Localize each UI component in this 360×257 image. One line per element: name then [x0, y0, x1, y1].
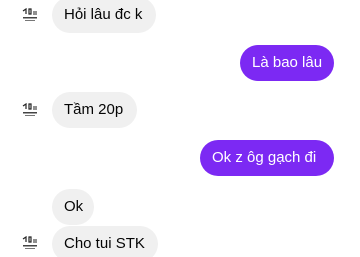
message-text: Hỏi lâu đc k — [64, 6, 143, 23]
message-bubble-incoming[interactable]: Cho tui STK — [52, 226, 158, 257]
message-bubble-outgoing[interactable]: Ok z ôg gạch đi — [200, 140, 334, 176]
message-bubble-outgoing[interactable]: Là bao lâu — [240, 45, 334, 81]
message-text: Cho tui STK — [64, 235, 145, 252]
message-bubble-incoming[interactable]: Hỏi lâu đc k — [52, 0, 156, 33]
message-text: Ok z ôg gạch đi — [212, 149, 317, 166]
user-avatar-icon[interactable] — [22, 8, 38, 22]
message-bubble-incoming[interactable]: Tầm 20p — [52, 92, 137, 128]
message-thread: Hỏi lâu đc k Là bao lâu Tầm 20p Ok z ôg … — [0, 0, 360, 257]
message-text: Ok — [64, 198, 84, 215]
user-avatar-icon[interactable] — [22, 103, 38, 117]
message-text: Là bao lâu — [252, 54, 323, 71]
user-avatar-icon[interactable] — [22, 236, 38, 250]
message-bubble-incoming[interactable]: Ok — [52, 189, 94, 225]
message-text: Tầm 20p — [64, 101, 124, 118]
